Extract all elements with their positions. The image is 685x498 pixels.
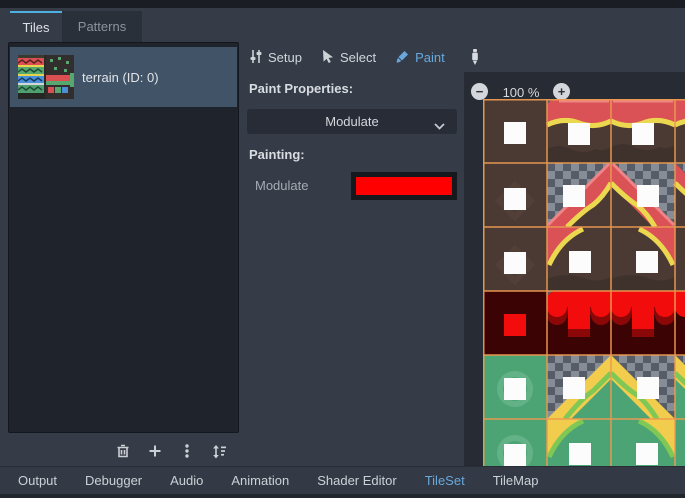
tile-source-item-terrain[interactable]: terrain (ID: 0) [10, 47, 237, 107]
tile-sources-toolbar [112, 440, 242, 462]
tab-tiles[interactable]: Tiles [10, 11, 62, 42]
bottom-panel-bar: Output Debugger Audio Animation Shader E… [0, 466, 685, 498]
tileset-thumbnail [18, 55, 74, 99]
atlas-view[interactable]: − 100 % + [464, 72, 685, 466]
tab-patterns[interactable]: Patterns [62, 11, 142, 42]
tile-source-label: terrain (ID: 0) [82, 70, 159, 85]
select-label: Select [340, 50, 376, 65]
modulate-color-value [356, 177, 452, 195]
paint-property-value: Modulate [325, 114, 378, 129]
paint-property-dropdown[interactable]: Modulate [247, 109, 457, 134]
bottom-item-tilemap[interactable]: TileMap [479, 467, 553, 494]
painting-heading: Painting: [249, 147, 305, 162]
delete-icon[interactable] [112, 441, 133, 462]
select-button[interactable]: Select [321, 49, 376, 67]
zoom-out-button[interactable]: − [471, 83, 488, 100]
bottom-item-shader-editor[interactable]: Shader Editor [303, 467, 411, 494]
eyedropper-icon[interactable] [467, 46, 483, 68]
menu-icon[interactable] [176, 441, 197, 462]
paintbrush-icon [395, 49, 410, 67]
plus-icon: + [558, 85, 566, 98]
modulate-color-swatch[interactable] [351, 172, 457, 200]
zoom-in-button[interactable]: + [553, 83, 570, 100]
bottom-item-audio[interactable]: Audio [156, 467, 217, 494]
paint-button[interactable]: Paint [395, 49, 445, 67]
add-icon[interactable] [144, 441, 165, 462]
select-cursor-icon [321, 49, 335, 67]
tile-atlas-image[interactable] [483, 99, 685, 466]
tileset-mode-toolbar: Setup Select Paint [249, 46, 445, 69]
minus-icon: − [476, 85, 484, 98]
window-top-strip [0, 0, 685, 8]
setup-icon [249, 49, 263, 67]
tab-patterns-label: Patterns [78, 19, 126, 34]
chevron-down-icon [434, 118, 445, 133]
modulate-property-label: Modulate [255, 178, 308, 193]
paint-properties-heading: Paint Properties: [249, 81, 353, 96]
tile-sources-list: terrain (ID: 0) [8, 42, 239, 433]
bottom-item-debugger[interactable]: Debugger [71, 467, 156, 494]
bottom-item-tileset[interactable]: TileSet [411, 467, 479, 494]
tab-tiles-label: Tiles [23, 20, 50, 35]
bottom-item-animation[interactable]: Animation [217, 467, 303, 494]
setup-label: Setup [268, 50, 302, 65]
paint-label: Paint [415, 50, 445, 65]
bottom-item-output[interactable]: Output [4, 467, 71, 494]
setup-button[interactable]: Setup [249, 49, 302, 67]
zoom-level: 100 % [492, 85, 550, 100]
sort-icon[interactable] [208, 441, 229, 462]
